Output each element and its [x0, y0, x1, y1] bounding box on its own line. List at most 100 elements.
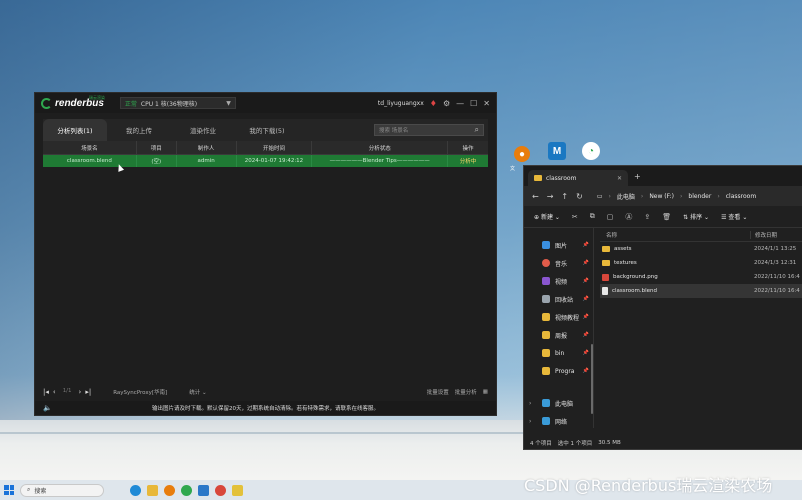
yellow-app-icon[interactable] [232, 484, 243, 496]
desktop-icon-label: 文 [510, 166, 516, 172]
col-action[interactable]: 操作 [448, 141, 488, 154]
copy-icon[interactable]: ⧉ [590, 212, 595, 221]
sidebar-item-weekly[interactable]: 周报 📌 [524, 326, 593, 344]
scene-search-input[interactable]: 搜索 场景名 ⌕ [374, 124, 484, 136]
breadcrumb-item[interactable]: classroom [726, 193, 756, 200]
table-header: 场景名 项目 制作人 开始时间 分析状态 操作 [43, 141, 488, 155]
stat-dropdown[interactable]: 统计 ⌄ [189, 388, 206, 396]
file-list: 名称 修改日期 assets 2024/1/1 13:25 textures 2… [594, 228, 802, 428]
sort-button[interactable]: ⇅ 排序 ⌄ [683, 212, 709, 221]
new-tab-icon[interactable]: + [634, 172, 641, 181]
col-project[interactable]: 项目 [137, 141, 177, 154]
breadcrumb-item[interactable]: 此电脑 [617, 192, 635, 201]
sidebar-item-video-tutorials[interactable]: 视频教程 📌 [524, 308, 593, 326]
sidebar-item-bin[interactable]: bin 📌 [524, 344, 593, 362]
sidebar-item-network[interactable]: › 网络 [524, 412, 594, 430]
status-item-count: 4 个项目 [530, 441, 552, 447]
chevron-down-icon: ▼ [226, 99, 231, 107]
tab-render-jobs[interactable]: 渲染作业 [171, 119, 235, 141]
red-app-icon[interactable] [215, 484, 226, 496]
list-item[interactable]: classroom.blend 2022/11/10 16:4 [600, 284, 802, 298]
batch-settings-button[interactable]: 批量设置 [427, 388, 449, 396]
close-tab-icon[interactable]: ✕ [617, 175, 622, 182]
view-button[interactable]: ☰ 查看 ⌄ [721, 212, 747, 221]
back-arrow-icon[interactable]: ← [532, 192, 539, 201]
renderbus-icon[interactable] [181, 484, 192, 496]
qr-code-icon[interactable]: ▦ [483, 389, 488, 395]
sidebar-item-label: 周报 [555, 332, 568, 340]
renderbus-desktop-icon[interactable]: ◔ [582, 142, 600, 160]
sidebar-item-this-pc[interactable]: › 此电脑 [524, 394, 594, 412]
notification-icon[interactable]: ♦ [430, 99, 437, 108]
explorer-tab[interactable]: classroom ✕ [528, 170, 628, 186]
minimize-icon[interactable]: — [456, 99, 464, 108]
file-name: background.png [613, 274, 658, 280]
taskbar-search[interactable]: ⌕ 搜索 [20, 483, 104, 497]
sidebar-item-music[interactable]: 音乐 📌 [524, 254, 593, 272]
list-item[interactable]: assets 2024/1/1 13:25 [600, 242, 802, 256]
tab-analysis-list[interactable]: 分析列表(1) [43, 119, 107, 141]
first-page-icon[interactable]: |◂ [43, 388, 49, 396]
watermark: CSDN @Renderbus瑞云渲染农场 [524, 476, 773, 495]
cell-analysis-status: ——————Blender Tips—————— [312, 155, 449, 167]
tab-my-uploads[interactable]: 我的上传 [107, 119, 171, 141]
rename-icon[interactable]: Ⓐ [625, 212, 632, 222]
list-item[interactable]: background.png 2022/11/10 16:4 [600, 270, 802, 284]
breadcrumb-item[interactable]: New (F:) [649, 193, 674, 200]
last-page-icon[interactable]: ▸| [85, 388, 91, 396]
paste-icon[interactable]: ▢ [607, 213, 614, 221]
sidebar-item-program[interactable]: Progra 📌 [524, 362, 593, 380]
taskbar-search-placeholder: 搜索 [34, 487, 47, 495]
maximize-icon[interactable]: ☐ [470, 99, 477, 108]
mode-select[interactable]: 正常 CPU 1 核(36物理核) ▼ [119, 97, 236, 109]
col-start-time[interactable]: 开始时间 [237, 141, 313, 154]
col-maker[interactable]: 制作人 [177, 141, 237, 154]
file-explorer-window: classroom ✕ + ← → ↑ ↻ ▭ › 此电脑 › New (F:)… [523, 165, 802, 450]
col-modified[interactable]: 修改日期 [750, 230, 777, 239]
proxy-label[interactable]: RaySyncProxy[华南] [113, 388, 167, 396]
chevron-right-icon[interactable]: › [529, 400, 531, 407]
breadcrumb[interactable]: ▭ › 此电脑 › New (F:) › blender › classroom [597, 192, 756, 201]
list-item[interactable]: textures 2024/1/3 12:31 [600, 256, 802, 270]
sidebar-item-videos[interactable]: 视频 📌 [524, 272, 593, 290]
col-analysis-status[interactable]: 分析状态 [312, 141, 449, 154]
cut-icon[interactable]: ✂ [572, 213, 578, 221]
renderbus-tabs: 分析列表(1) 我的上传 渲染作业 我的下载(5) 搜索 场景名 ⌕ [43, 119, 488, 141]
blender-icon[interactable] [164, 484, 175, 496]
up-arrow-icon[interactable]: ↑ [561, 192, 568, 201]
new-button[interactable]: ⊕ 新建 ⌄ [534, 212, 560, 221]
refresh-icon[interactable]: ↻ [576, 192, 583, 201]
breadcrumb-item[interactable]: blender [688, 193, 711, 200]
col-scene[interactable]: 场景名 [43, 141, 137, 154]
share-icon[interactable]: ⇪ [644, 213, 650, 221]
forward-arrow-icon[interactable]: → [547, 192, 554, 201]
file-explorer-icon[interactable] [147, 484, 158, 496]
cell-action[interactable]: 分析中 [448, 155, 488, 167]
footer-actions: 批量设置 批量分析 ▦ [427, 388, 488, 396]
batch-analyze-button[interactable]: 批量分析 [455, 388, 477, 396]
close-icon[interactable]: ✕ [483, 99, 490, 108]
folder-icon [602, 260, 610, 266]
username[interactable]: td_liyuguangxx [378, 100, 424, 107]
edge-icon[interactable] [130, 484, 141, 496]
search-icon[interactable]: ⌕ [475, 125, 479, 135]
tab-my-downloads[interactable]: 我的下载(5) [235, 119, 299, 141]
sidebar-item-recycle-bin[interactable]: 回收站 📌 [524, 290, 593, 308]
sidebar-item-pictures[interactable]: 图片 📌 [524, 236, 593, 254]
next-page-icon[interactable]: › [79, 388, 82, 396]
cell-project: (空) [137, 155, 177, 167]
prev-page-icon[interactable]: ‹ [53, 388, 56, 396]
pin-icon: 📌 [582, 278, 589, 284]
col-name[interactable]: 名称 [600, 231, 750, 239]
table-row[interactable]: classroom.blend (空) admin 2024-01-07 19:… [43, 155, 488, 167]
photos-icon[interactable] [198, 484, 209, 496]
windows-start-icon[interactable] [4, 485, 14, 495]
plus-circle-icon: ⊕ [534, 214, 540, 221]
m-app-desktop-icon[interactable]: M [548, 142, 566, 160]
file-date: 2022/11/10 16:4 [754, 288, 800, 294]
speaker-icon: 🔈 [43, 404, 52, 412]
settings-icon[interactable]: ⚙ [443, 99, 450, 108]
blender-desktop-icon[interactable]: ● [514, 146, 530, 162]
delete-icon[interactable]: 🗑 [662, 213, 671, 221]
chevron-right-icon[interactable]: › [529, 418, 531, 425]
